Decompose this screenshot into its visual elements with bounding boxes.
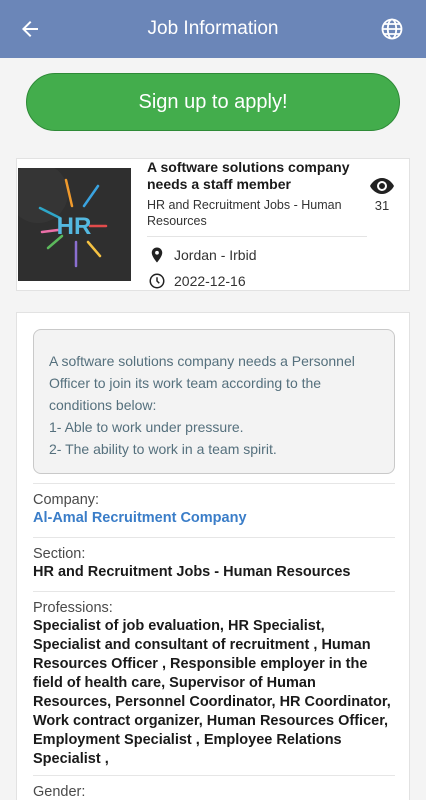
clock-icon	[149, 273, 165, 289]
job-headline: A software solutions company needs a sta…	[147, 159, 350, 192]
professions-value: Specialist of job evaluation, HR Special…	[33, 618, 391, 767]
divider	[33, 537, 395, 538]
divider	[33, 483, 395, 484]
app-bar: Job Information	[0, 0, 426, 58]
svg-text:HR: HR	[57, 213, 92, 240]
description-line: 2- The ability to work in a team spirit.	[49, 441, 277, 457]
views-counter: 31	[369, 177, 395, 213]
company-link[interactable]: Al-Amal Recruitment Company	[33, 509, 395, 528]
sign-up-to-apply-button[interactable]: Sign up to apply!	[26, 73, 400, 131]
gender-label: Gender:	[33, 784, 86, 800]
gender-field: Gender:	[33, 783, 395, 800]
professions-field: Professions: Specialist of job evaluatio…	[33, 599, 395, 769]
section-label: Section:	[33, 546, 86, 562]
divider	[147, 236, 367, 237]
eye-icon	[370, 178, 394, 194]
divider	[33, 591, 395, 592]
location-row: Jordan - Irbid	[148, 246, 256, 264]
divider	[33, 775, 395, 776]
professions-label: Professions:	[33, 600, 113, 616]
description-line: A software solutions company needs a Per…	[49, 353, 355, 413]
job-date: 2022-12-16	[174, 273, 246, 289]
company-label: Company:	[33, 492, 100, 508]
views-count: 31	[374, 198, 390, 213]
section-field: Section: HR and Recruitment Jobs - Human…	[33, 545, 395, 582]
location-pin-icon	[151, 247, 163, 263]
job-thumbnail-image: HR	[18, 168, 131, 281]
job-summary-card[interactable]: HR A software solutions company needs a …	[16, 158, 410, 291]
section-value: HR and Recruitment Jobs - Human Resource…	[33, 564, 351, 580]
job-details-card: A software solutions company needs a Per…	[16, 312, 410, 800]
company-field: Company: Al-Amal Recruitment Company	[33, 491, 395, 528]
job-location: Jordan - Irbid	[174, 247, 257, 263]
job-description-box: A software solutions company needs a Per…	[33, 329, 395, 474]
job-category: HR and Recruitment Jobs - Human Resource…	[147, 198, 342, 228]
description-line: 1- Able to work under pressure.	[49, 419, 244, 435]
page-title: Job Information	[147, 18, 279, 39]
date-row: 2022-12-16	[148, 272, 246, 290]
back-arrow-icon[interactable]	[18, 17, 42, 41]
globe-language-icon[interactable]	[380, 17, 404, 41]
